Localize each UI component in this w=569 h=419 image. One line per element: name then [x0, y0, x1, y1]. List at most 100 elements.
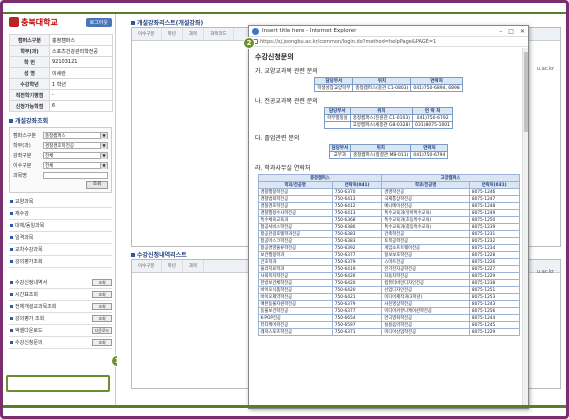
table-cell: 충청캠퍼스(진원관 C1-0103) [349, 114, 414, 122]
table-cell: 사진영상학전공 [381, 300, 470, 308]
table-header-cell: 연락처(031) [468, 181, 520, 189]
address-bar[interactable]: https://sj.joongbu.ac.kr/common/login.do… [249, 37, 528, 47]
table-cell: 750-6370 [331, 188, 383, 196]
table-cell: 8075-1248 [468, 202, 520, 210]
course-filter: 캠퍼스구분 충청캠퍼스 ▼ 학부(과) 경찰경호학전공 ▼ 강좌구분 전체 ▼ 이수구분 전체 ▼ 과목… [9, 127, 112, 193]
menu-item[interactable]: 강의평가조회 [9, 256, 112, 268]
menu-item[interactable]: 교차수강과목 [9, 244, 112, 256]
popup-scrollbar[interactable] [522, 48, 528, 408]
table-header-cell: 연락처(041) [331, 181, 383, 189]
minimize-icon[interactable]: – [499, 28, 502, 35]
menu-group-1: 교양과목재수강대체/동일과목 일격과목 교차수강과목 강의평가조회 [9, 196, 112, 268]
search-button[interactable]: 조회 [86, 181, 108, 189]
table-cell: 동물보건학전공 [257, 307, 333, 315]
table-cell [323, 121, 351, 129]
url-text[interactable]: https://sj.joongbu.ac.kr/common/login.do… [260, 39, 436, 45]
popup-titlebar[interactable]: Insert title here - Internet Explorer – … [249, 26, 528, 37]
menu-item-button[interactable]: 다운로드 [92, 327, 112, 334]
menu-item-label: 시간표조회 [15, 292, 39, 298]
table-cell: 특수교육과(유아특수교육) [381, 209, 470, 217]
table-row: 물리치료학과 750-6419 전기전자공학전공 8075-1227 [257, 265, 520, 273]
filter-select[interactable]: 전체 ▼ [43, 152, 108, 159]
university-emblem-icon [9, 17, 19, 27]
table-cell: 특수교육과(중등특수교육) [381, 223, 470, 231]
course-name-input[interactable] [43, 172, 108, 179]
table-cell: 물리치료학과 [257, 265, 333, 273]
table-cell: 750-6413 [331, 209, 383, 217]
bullet-icon [10, 236, 13, 239]
menu-item[interactable]: 강의평가 조회 조회 [9, 313, 112, 325]
grid-column-header[interactable]: 과목코드 [204, 28, 234, 40]
menu-item[interactable]: 재수강 [9, 208, 112, 220]
menu-item[interactable]: 수강신청내역서 조회 [9, 277, 112, 289]
grid-column-header[interactable]: 학년 [162, 260, 183, 272]
menu-item[interactable]: 대체/동일과목 [9, 220, 112, 232]
logout-button[interactable]: 로그아웃 [85, 17, 112, 27]
table-cell: 750-6368 [331, 216, 383, 224]
filter-select[interactable]: 전체 ▼ [43, 162, 108, 169]
table-cell: 항공마스크학전공 [257, 237, 333, 245]
table-header-cell: 연 락 처 [412, 107, 454, 115]
table-cell: 정보보호학전공 [381, 251, 470, 259]
table-cell: 750-6371 [331, 328, 383, 336]
table-cell: 8075-1245 [468, 321, 520, 329]
section-title-label: 개설강좌조회 [15, 118, 49, 125]
table-cell: 특수교육과(초등특수교육) [381, 216, 470, 224]
menu-item-button[interactable]: 조회 [92, 339, 112, 346]
table-cell: 자동차학전공 [381, 272, 470, 280]
info-key: 수강학년 [9, 78, 50, 90]
table-cell: 경찰경호학전공 [257, 202, 333, 210]
grid-column-header[interactable]: 과목 [183, 28, 205, 40]
table-cell: 미디어산업학전공 [381, 328, 470, 336]
grid-column-header[interactable]: 이수구분 [132, 260, 162, 272]
menu-item[interactable]: 교양과목 [9, 196, 112, 208]
filter-select-value: 전체 [45, 153, 54, 159]
bullet-icon [10, 293, 13, 296]
grid-column-header[interactable]: 학년 [162, 28, 183, 40]
filter-label: 학부(과) [13, 143, 31, 149]
filter-select[interactable]: 경찰경호학전공 ▼ [43, 142, 108, 149]
grid-column-header[interactable]: 과목 [183, 260, 205, 272]
menu-item[interactable]: 엑셀다운로드 다운로드 [9, 325, 112, 337]
table-header-cell: 담당부서 [323, 107, 351, 115]
table-row: 레저스포츠학전공 750-6371 미디어산업학전공 8075-1229 [257, 328, 520, 336]
table-row: 경찰행정학전공 750-6370 경영학전공 8075-1246 [257, 188, 520, 196]
menu-item-button[interactable]: 조회 [92, 315, 112, 322]
table-cell: 연극영화학전공 [381, 314, 470, 322]
scrollbar-thumb[interactable] [524, 52, 528, 132]
menu-item-button[interactable]: 조회 [92, 279, 112, 286]
menu-item[interactable]: 일격과목 [9, 232, 112, 244]
maximize-icon[interactable]: □ [508, 28, 514, 35]
chevron-down-icon: ▼ [100, 162, 107, 169]
filter-row: 학부(과) 경찰경호학전공 ▼ [13, 141, 108, 150]
table-row: 동물보건학전공 750-6377 미디어커뮤니케이션학전공 8075-1256 [257, 307, 520, 315]
bullet-icon [10, 212, 13, 215]
grid-column-header[interactable]: 이수구분 [132, 28, 162, 40]
screenshot-frame: 충북대학교 로그아웃 캠퍼스구분 충청캠퍼스 학부(과) 스포츠건강관리학전공 학 번9… [0, 0, 569, 419]
table-cell: 8075-1247 [468, 195, 520, 203]
close-icon[interactable]: ✕ [520, 28, 525, 35]
table-cell: 8075-1244 [468, 314, 520, 322]
table-row: 한방보건체학전공 750-6420 컴퓨터바인디자인전공 8075-1238 [257, 279, 520, 287]
table-cell: 사회복지학전공 [257, 272, 333, 280]
filter-label: 강좌구분 [13, 153, 32, 159]
menu-item-label: 재수강 [15, 211, 29, 217]
table-cell: 항공서비스학전공 [257, 223, 333, 231]
menu-item-button[interactable]: 조회 [92, 291, 112, 298]
table-cell: 750-6426 [331, 272, 383, 280]
table-row: 항공경영물류학전공 750-6392 게임소프트웨어전공 8075-1234 [257, 244, 520, 252]
menu-item[interactable]: 전체개설교과목조회 조회 [9, 301, 112, 313]
filter-select[interactable]: 충청캠퍼스 ▼ [43, 132, 108, 139]
menu-item[interactable]: 수강신청문의 조회 [9, 337, 112, 349]
bottom-panel-title-label: 수강신청내역리스트 [137, 252, 187, 259]
menu-item-button[interactable]: 조회 [92, 303, 112, 310]
bullet-icon [9, 118, 13, 123]
university-logo[interactable]: 충북대학교 [9, 17, 58, 28]
graduation-contact-table: 담당부서 위치 연락처 교무과 충청캠퍼스(창결관 MB-011) 041)750-67… [328, 144, 449, 159]
menu-item[interactable]: 시간표조회 조회 [9, 289, 112, 301]
help-popup-window[interactable]: Insert title here - Internet Explorer – … [248, 25, 529, 409]
table-cell: 8075-1229 [468, 328, 520, 336]
highlight-inquiry [6, 375, 110, 392]
bullet-icon [10, 329, 13, 332]
table-cell: 8075-1250 [468, 216, 520, 224]
